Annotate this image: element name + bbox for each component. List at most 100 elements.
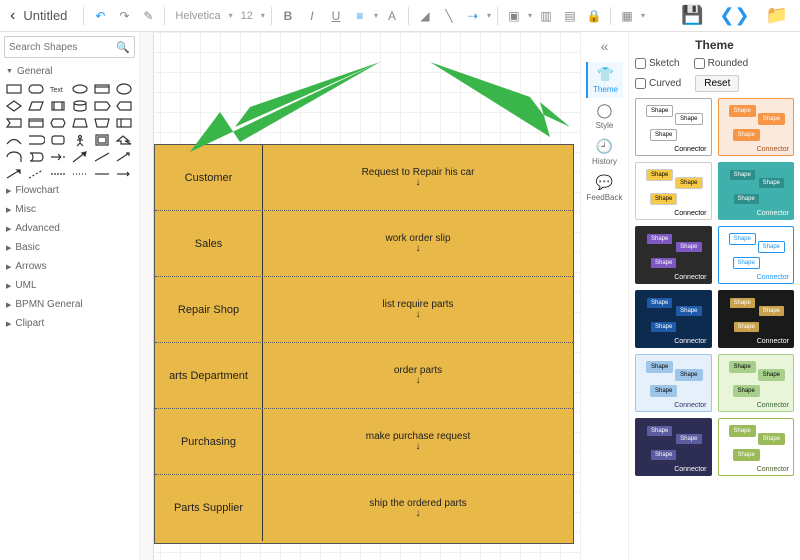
shape-stencil[interactable] [4,98,23,113]
search-input[interactable] [9,42,116,53]
collapse-icon[interactable]: « [601,38,609,54]
theme-thumbnail[interactable]: ShapeShapeShapeConnector [718,162,795,220]
shape-stencil[interactable] [26,115,45,130]
lane-title[interactable]: Sales [155,211,263,276]
shape-stencil[interactable] [4,149,23,164]
shape-stencil[interactable] [26,81,45,96]
rounded-checkbox[interactable]: Rounded [694,58,749,69]
connection-icon[interactable]: ⇢ [463,6,483,26]
lock-icon[interactable]: 🔒 [584,6,604,26]
theme-thumbnail[interactable]: ShapeShapeShapeConnector [635,290,712,348]
shape-stencil[interactable] [70,98,89,113]
swimlane-row[interactable]: Parts Suppliership the ordered parts↓ [155,475,573,541]
search-shapes[interactable]: 🔍 [4,36,135,58]
shape-stencil[interactable] [115,115,134,130]
shape-stencil[interactable] [4,115,23,130]
theme-thumbnail[interactable]: ShapeShapeShapeConnector [635,98,712,156]
theme-thumbnail[interactable]: ShapeShapeShapeConnector [718,418,795,476]
sketch-checkbox[interactable]: Sketch [635,58,680,69]
shape-stencil[interactable] [4,81,23,96]
bold-icon[interactable]: B [278,6,298,26]
font-family-select[interactable]: Helvetica [171,10,224,22]
shape-stencil[interactable] [93,166,112,181]
shape-stencil[interactable] [70,149,89,164]
document-title[interactable]: Untitled [23,8,67,23]
swimlane-row[interactable]: arts Departmentorder parts↓ [155,343,573,409]
lane-body[interactable]: list require parts↓ [263,277,573,342]
shape-stencil[interactable] [115,132,134,147]
swimlane-row[interactable]: Saleswork order slip↓ [155,211,573,277]
lane-title[interactable]: Repair Shop [155,277,263,342]
shape-stencil[interactable] [70,132,89,147]
side-tab-theme[interactable]: 👕Theme [586,62,622,98]
shape-stencil[interactable] [26,132,45,147]
shape-stencil[interactable] [70,115,89,130]
shape-stencil[interactable] [93,149,112,164]
swimlane-row[interactable]: Repair Shoplist require parts↓ [155,277,573,343]
lane-title[interactable]: Purchasing [155,409,263,474]
canvas[interactable]: CustomerRequest to Repair his car↓Salesw… [140,32,580,560]
ungroup-icon[interactable]: ▤ [560,6,580,26]
theme-thumbnail[interactable]: ShapeShapeShapeConnector [635,162,712,220]
shape-stencil[interactable] [26,166,45,181]
shape-stencil[interactable] [115,98,134,113]
back-chevron-icon[interactable]: ‹ [6,7,19,25]
underline-icon[interactable]: U [326,6,346,26]
swimlane-diagram[interactable]: CustomerRequest to Repair his car↓Salesw… [154,144,574,544]
shape-stencil[interactable] [26,149,45,164]
side-tab-history[interactable]: 🕘History [586,134,622,170]
font-size-select[interactable]: 12 [237,10,257,22]
swimlane-row[interactable]: Purchasingmake purchase request↓ [155,409,573,475]
fill-icon[interactable]: ◢ [415,6,435,26]
category-item[interactable]: Basic [4,238,135,257]
search-icon[interactable]: 🔍 [116,41,130,54]
shape-stencil[interactable] [93,132,112,147]
lane-body[interactable]: Request to Repair his car↓ [263,145,573,210]
side-tab-style[interactable]: ◯Style [586,98,622,134]
theme-thumbnail[interactable]: ShapeShapeShapeConnector [718,290,795,348]
lane-title[interactable]: arts Department [155,343,263,408]
lane-body[interactable]: ship the ordered parts↓ [263,475,573,541]
swimlane-row[interactable]: CustomerRequest to Repair his car↓ [155,145,573,211]
shape-stencil[interactable] [48,132,67,147]
reset-button[interactable]: Reset [695,75,739,92]
lane-body[interactable]: work order slip↓ [263,211,573,276]
theme-thumbnail[interactable]: ShapeShapeShapeConnector [718,354,795,412]
shape-stencil[interactable] [70,166,89,181]
redo-icon[interactable]: ↷ [114,6,134,26]
save-icon[interactable]: 💾 [675,5,709,26]
lane-title[interactable]: Parts Supplier [155,475,263,541]
shape-stencil[interactable] [4,166,23,181]
grid-icon[interactable]: ▦ [617,6,637,26]
curved-checkbox[interactable]: Curved [635,75,681,92]
category-item[interactable]: UML [4,276,135,295]
theme-thumbnail[interactable]: ShapeShapeShapeConnector [635,418,712,476]
shape-stencil[interactable] [115,149,134,164]
shape-stencil[interactable]: Text [48,81,67,96]
format-paint-icon[interactable]: ✎ [138,6,158,26]
shape-stencil[interactable] [48,149,67,164]
align-icon[interactable]: ≡ [350,6,370,26]
line-icon[interactable]: ╲ [439,6,459,26]
category-item[interactable]: BPMN General [4,295,135,314]
lane-body[interactable]: order parts↓ [263,343,573,408]
shape-stencil[interactable] [48,98,67,113]
shape-stencil[interactable] [48,166,67,181]
lane-body[interactable]: make purchase request↓ [263,409,573,474]
shape-stencil[interactable] [93,115,112,130]
theme-thumbnail[interactable]: ShapeShapeShapeConnector [635,354,712,412]
category-item[interactable]: Misc [4,200,135,219]
category-general[interactable]: General [6,66,135,77]
theme-thumbnail[interactable]: ShapeShapeShapeConnector [718,226,795,284]
theme-thumbnail[interactable]: ShapeShapeShapeConnector [635,226,712,284]
shape-stencil[interactable] [93,81,112,96]
shape-stencil[interactable] [115,166,134,181]
category-item[interactable]: Clipart [4,314,135,333]
shape-stencil[interactable] [115,81,134,96]
undo-icon[interactable]: ↶ [90,6,110,26]
side-tab-feedback[interactable]: 💬FeedBack [586,170,622,206]
shape-stencil[interactable] [4,132,23,147]
italic-icon[interactable]: I [302,6,322,26]
font-color-icon[interactable]: A [382,6,402,26]
category-item[interactable]: Advanced [4,219,135,238]
